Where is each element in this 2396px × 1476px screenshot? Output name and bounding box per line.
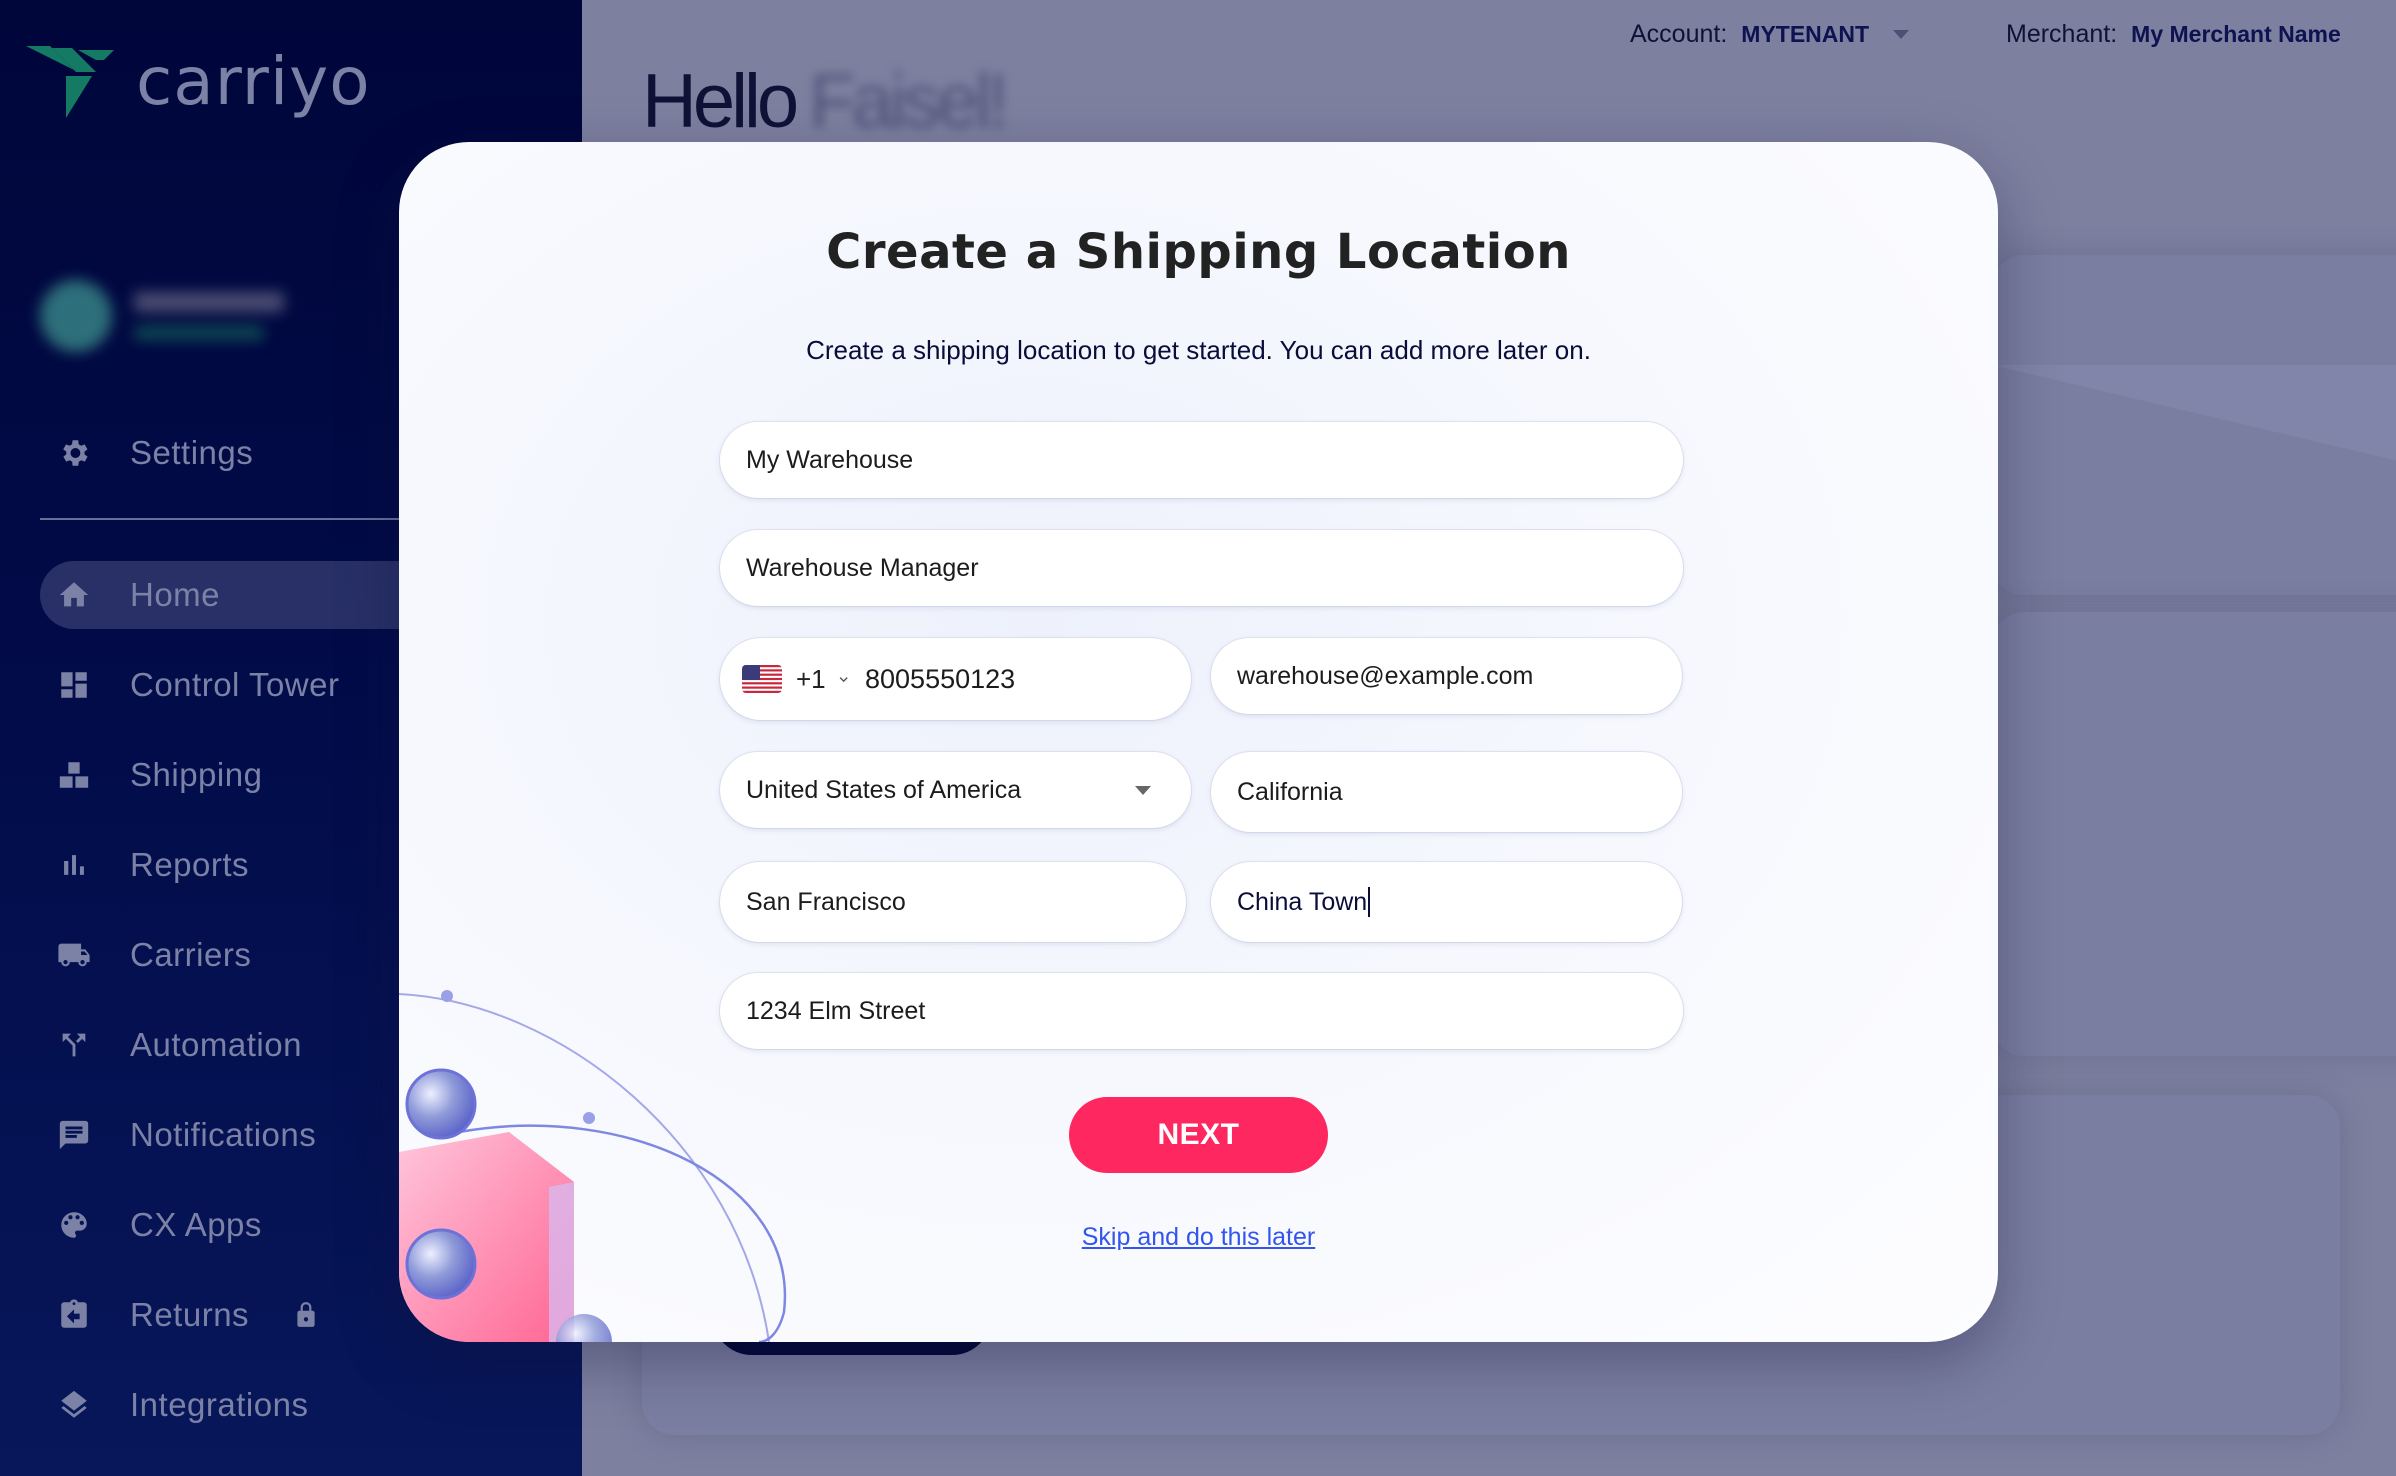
us-flag-icon[interactable] [742, 665, 782, 693]
contact-name-field[interactable] [720, 530, 1683, 606]
split-arrows-icon [56, 1027, 92, 1063]
brand-name: carriyo [136, 43, 371, 120]
sidebar-item-label: Home [130, 576, 221, 613]
user-profile[interactable] [40, 280, 284, 352]
account-value: MYTENANT [1741, 21, 1870, 47]
city-field[interactable] [720, 862, 1186, 942]
area-field[interactable]: China Town [1211, 862, 1682, 942]
truck-icon [56, 937, 92, 973]
dashboard-icon [56, 667, 92, 703]
sidebar-item-label: Control Tower [130, 666, 340, 703]
dial-code[interactable]: +1 [796, 664, 826, 695]
carriyo-logo[interactable]: carriyo [26, 46, 371, 118]
chat-icon [56, 1117, 92, 1153]
chevron-down-icon [1893, 30, 1910, 39]
modal-subtitle: Create a shipping location to get starte… [806, 335, 1591, 365]
country-value: United States of America [746, 775, 1022, 804]
email-field[interactable] [1211, 638, 1682, 714]
return-clipboard-icon [56, 1297, 92, 1333]
sidebar-item-label: Shipping [130, 756, 263, 793]
street-input[interactable] [746, 996, 1657, 1026]
city-input[interactable] [746, 887, 1160, 917]
account-selector[interactable]: Account: MYTENANT [1630, 20, 1910, 49]
sidebar-item-label: Notifications [130, 1116, 317, 1153]
gear-icon [56, 435, 92, 471]
bar-chart-icon [56, 847, 92, 883]
location-name-input[interactable] [746, 445, 1657, 475]
dropdown-arrow-icon [1135, 785, 1151, 795]
sidebar-item-label: Automation [130, 1026, 302, 1063]
create-shipping-location-modal: Create a Shipping Location Create a ship… [399, 142, 1998, 1342]
sidebar-item-integrations[interactable]: Integrations [40, 1371, 582, 1439]
merchant-value: My Merchant Name [2131, 21, 2341, 47]
phone-field[interactable]: +1 [720, 638, 1191, 720]
layers-icon [56, 1387, 92, 1423]
state-field[interactable] [1211, 752, 1682, 832]
greeting-text: Hello [642, 59, 799, 144]
background-card-illustration [1992, 255, 2396, 595]
boxes-icon [56, 757, 92, 793]
state-input[interactable] [1237, 777, 1656, 807]
modal-title: Create a Shipping Location [826, 224, 1571, 280]
sidebar-item-label: Returns [130, 1296, 250, 1333]
sidebar-item-label: Carriers [130, 936, 252, 973]
palette-icon [56, 1207, 92, 1243]
next-button[interactable]: NEXT [1069, 1097, 1328, 1173]
sidebar-item-label: CX Apps [130, 1206, 262, 1243]
contact-name-input[interactable] [746, 553, 1657, 583]
merchant-info: Merchant: My Merchant Name [2006, 20, 2341, 49]
location-name-field[interactable] [720, 422, 1683, 498]
carriyo-logo-icon [26, 46, 114, 118]
skip-link[interactable]: Skip and do this later [399, 1223, 1998, 1252]
area-input[interactable]: China Town [1237, 888, 1367, 917]
text-cursor [1368, 887, 1371, 917]
email-input[interactable] [1237, 661, 1656, 691]
home-icon [56, 577, 92, 613]
greeting: Hello Faisel! [642, 58, 1009, 145]
sidebar-item-label: Reports [130, 846, 250, 883]
user-role-blurred [134, 326, 264, 340]
phone-number-input[interactable] [865, 663, 1165, 695]
background-card-illustration [1992, 612, 2396, 1056]
greeting-name-blurred: Faisel! [809, 59, 1009, 144]
merchant-label: Merchant: [2006, 20, 2118, 48]
avatar [40, 280, 112, 352]
account-label: Account: [1630, 20, 1728, 48]
sidebar-item-label: Settings [130, 434, 254, 471]
user-name-blurred [134, 292, 284, 312]
street-field[interactable] [720, 973, 1683, 1049]
chevron-down-icon[interactable] [838, 671, 849, 687]
country-select[interactable]: United States of America [720, 752, 1191, 828]
lock-icon [293, 1301, 319, 1329]
sidebar-item-label: Integrations [130, 1386, 309, 1423]
